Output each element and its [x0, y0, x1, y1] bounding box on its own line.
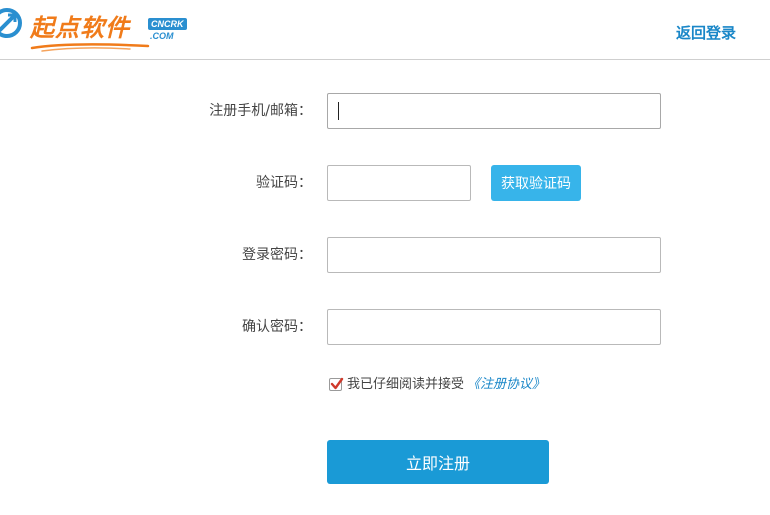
code-label: 验证码： — [256, 175, 312, 191]
register-submit-button[interactable]: 立即注册 — [327, 440, 549, 484]
get-code-button[interactable]: 获取验证码 — [491, 165, 581, 201]
text-caret — [338, 102, 339, 120]
agreement-link[interactable]: 《注册协议》 — [467, 376, 545, 394]
code-row: 验证码： 获取验证码 — [0, 165, 770, 201]
confirm-password-label: 确认密码： — [242, 319, 312, 335]
circular-arrow-logo-icon — [0, 8, 22, 38]
password-label: 登录密码： — [242, 247, 312, 263]
account-row: 注册手机/邮箱： — [0, 93, 770, 129]
agreement-checkbox[interactable] — [329, 377, 344, 391]
confirm-password-row: 确认密码： — [0, 309, 770, 345]
header-bar: 起点软件 CNCRK .COM 返回登录 — [0, 0, 770, 60]
site-logo[interactable]: 起点软件 CNCRK .COM — [0, 0, 210, 58]
logo-badge: CNCRK .COM — [148, 18, 202, 44]
logo-badge-top: CNCRK — [148, 18, 187, 30]
password-row: 登录密码： — [0, 237, 770, 273]
agreement-text: 我已仔细阅读并接受 — [347, 377, 465, 392]
code-input[interactable] — [327, 165, 471, 201]
confirm-password-input[interactable] — [327, 309, 661, 345]
account-label: 注册手机/邮箱： — [209, 103, 312, 119]
account-input[interactable] — [327, 93, 661, 129]
logo-badge-bottom: .COM — [150, 31, 174, 41]
logo-swoosh-icon — [30, 43, 150, 52]
password-input[interactable] — [327, 237, 661, 273]
back-to-login-link[interactable]: 返回登录 — [676, 22, 736, 44]
checkmark-icon — [330, 377, 344, 390]
logo-text: 起点软件 — [30, 13, 130, 42]
